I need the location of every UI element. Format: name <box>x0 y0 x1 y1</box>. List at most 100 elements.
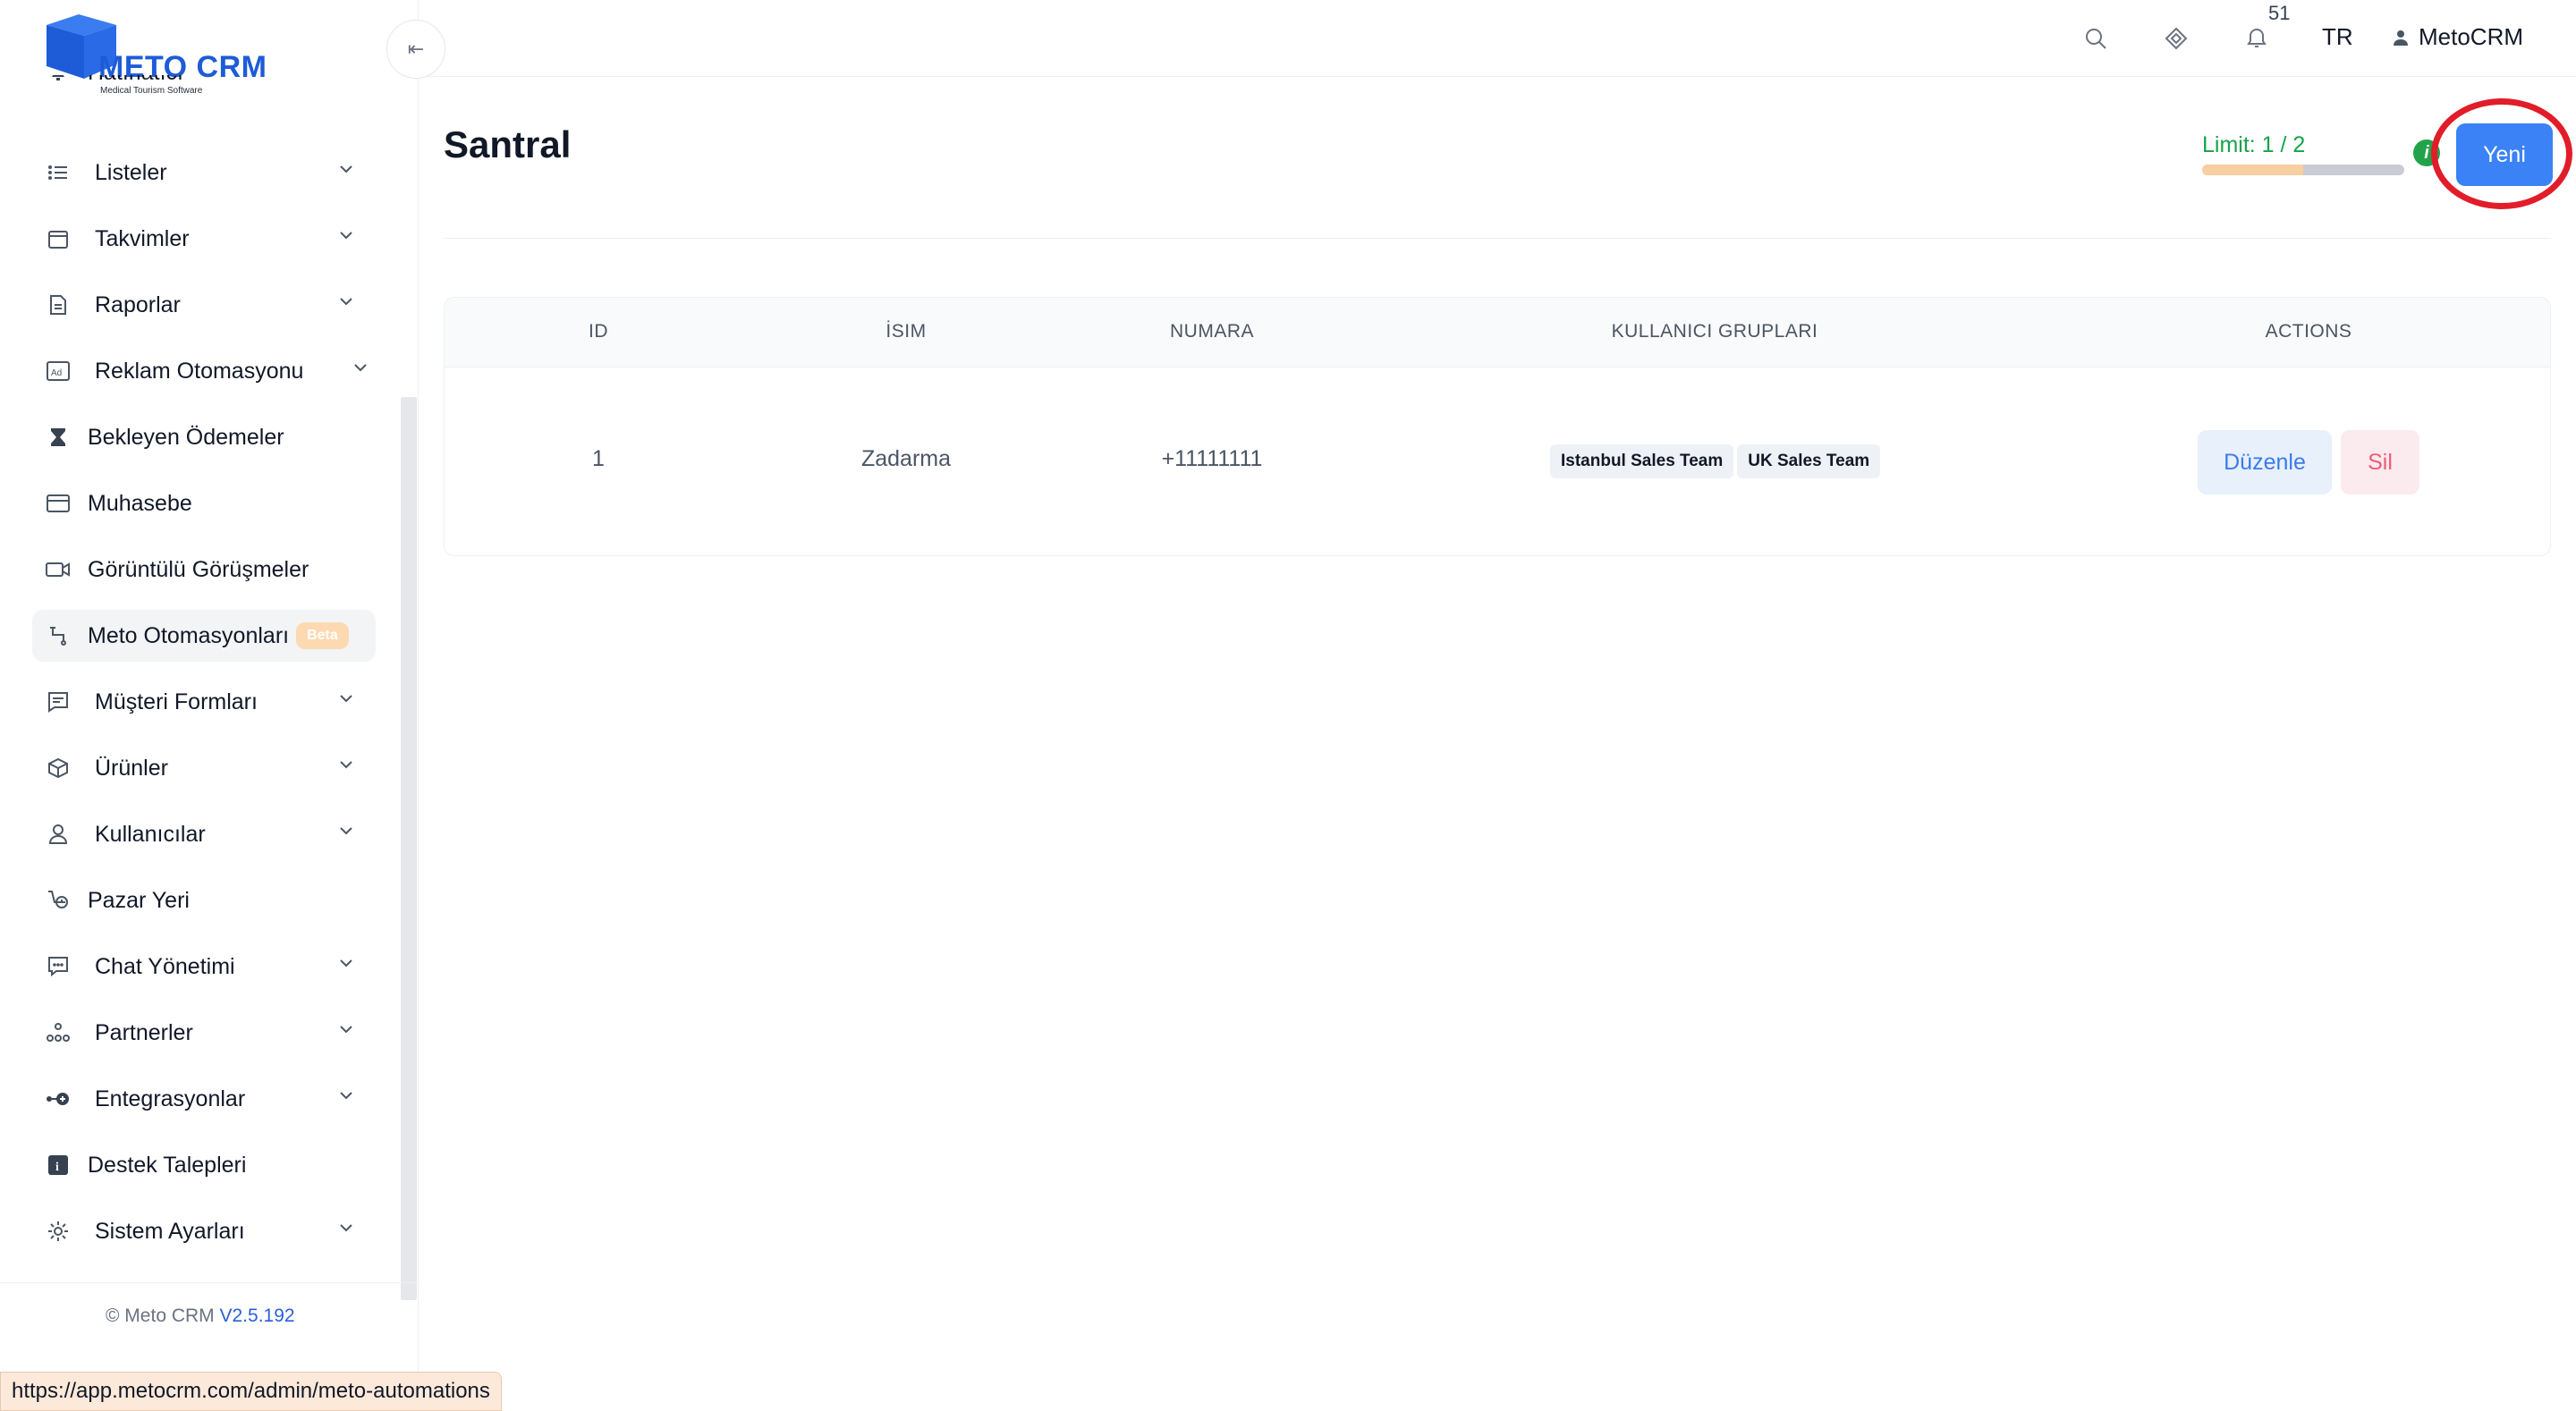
header-divider <box>444 238 2551 239</box>
username: MetoCRM <box>2419 23 2524 50</box>
sidebar-item-label: Destek Talepleri <box>88 1152 247 1178</box>
sidebar-item-label: Bekleyen Ödemeler <box>88 424 284 450</box>
chevron-down-icon <box>338 824 354 841</box>
document-icon <box>43 290 73 320</box>
sidebar-item-meto-otomasyonlari[interactable]: Meto Otomasyonları Beta <box>32 610 376 662</box>
chevron-down-icon <box>338 295 354 311</box>
flow-icon <box>43 621 73 651</box>
limit-progress-bar <box>2202 165 2404 175</box>
bell-icon <box>43 75 73 88</box>
sidebar-item-label: Listeler <box>95 159 167 185</box>
sidebar-item-label: Entegrasyonlar <box>95 1086 246 1111</box>
chevron-down-icon <box>338 1089 354 1105</box>
status-bar-url: https://app.metocrm.com/admin/meto-autom… <box>0 1372 502 1411</box>
page-title: Santral <box>444 123 572 165</box>
sidebar-item-takvimler[interactable]: Takvimler <box>32 213 376 265</box>
ad-icon: Ad <box>43 356 73 386</box>
chevron-down-icon <box>338 957 354 973</box>
sidebar-item-label: Ürünler <box>95 755 168 781</box>
info-icon[interactable]: i <box>2413 139 2440 166</box>
sidebar-item-kullanicilar[interactable]: Kullanıcılar <box>32 808 376 860</box>
integration-icon <box>43 1084 73 1114</box>
credit-card-icon <box>43 488 73 519</box>
marketplace-icon <box>43 885 73 916</box>
sidebar-item-label: Muhasebe <box>88 490 192 516</box>
collapse-sidebar-button[interactable]: ⇤ <box>386 20 445 79</box>
sidebar-footer-divider <box>0 1282 419 1283</box>
notification-count: 51 <box>2268 2 2291 24</box>
top-bar: 51 TR MetoCRM <box>419 0 2576 77</box>
edit-button[interactable]: Düzenle <box>2198 430 2332 494</box>
sidebar-item-entegrasyonlar[interactable]: Entegrasyonlar <box>32 1073 376 1125</box>
cell-number: +11111111 <box>1161 446 1263 471</box>
sidebar-item-destek-talepleri[interactable]: i Destek Talepleri <box>32 1139 376 1191</box>
column-header-number[interactable]: NUMARA <box>1170 321 1254 342</box>
sidebar-item-label: Meto Otomasyonları <box>88 622 290 648</box>
delete-button[interactable]: Sil <box>2341 430 2419 494</box>
new-button[interactable]: Yeni <box>2456 123 2553 186</box>
column-header-actions: ACTIONS <box>2265 321 2352 342</box>
sidebar-item-label: Partnerler <box>95 1019 193 1045</box>
sidebar-item-hatirlatici[interactable]: Hatırlatıcı <box>32 75 376 98</box>
sidebar-footer: © Meto CRM V2.5.192 <box>106 1305 295 1327</box>
video-icon <box>43 554 73 585</box>
collapse-left-icon: ⇤ <box>407 38 425 60</box>
svg-text:Ad: Ad <box>51 368 62 378</box>
user-menu[interactable]: MetoCRM <box>2392 23 2523 51</box>
sidebar-item-label: Pazar Yeri <box>88 887 190 913</box>
sidebar-item-listeler[interactable]: Listeler <box>32 147 376 199</box>
version-text: V2.5.192 <box>219 1305 295 1326</box>
sidebar-item-goruntulu-gorusmeler[interactable]: Görüntülü Görüşmeler <box>32 544 376 596</box>
santral-table: ID İSIM NUMARA KULLANICI GRUPLARI ACTION… <box>444 297 2551 556</box>
search-icon[interactable] <box>2080 23 2111 54</box>
calendar-icon <box>43 224 73 254</box>
user-group-tag: UK Sales Team <box>1737 444 1881 478</box>
sidebar-item-bekleyen-odemeler[interactable]: Bekleyen Ödemeler <box>32 411 376 463</box>
sidebar-item-label: Reklam Otomasyonu <box>95 358 304 384</box>
column-header-id[interactable]: ID <box>589 321 608 342</box>
sidebar-item-musteri-formlari[interactable]: Müşteri Formları <box>32 676 376 728</box>
sidebar-item-sistem-ayarlari[interactable]: Sistem Ayarları <box>32 1205 376 1257</box>
cell-id: 1 <box>592 446 605 471</box>
chevron-down-icon <box>338 692 354 708</box>
chevron-down-icon <box>338 1221 354 1238</box>
sidebar-item-label: Raporlar <box>95 291 181 317</box>
notification-bell-icon[interactable] <box>2241 23 2272 54</box>
settings-icon <box>43 1216 73 1246</box>
cell-user-groups: Istanbul Sales Team UK Sales Team <box>1550 444 1881 478</box>
sidebar-item-pazar-yeri[interactable]: Pazar Yeri <box>32 874 376 926</box>
chevron-down-icon <box>338 1023 354 1039</box>
info-icon: i <box>43 1150 73 1180</box>
sidebar-item-partnerler[interactable]: Partnerler <box>32 1007 376 1059</box>
sidebar-item-label: Kullanıcılar <box>95 821 206 847</box>
sidebar-item-raporlar[interactable]: Raporlar <box>32 279 376 331</box>
column-header-name[interactable]: İSIM <box>886 321 926 342</box>
sidebar-scrollbar[interactable] <box>401 397 417 1300</box>
sidebar-item-label: Müşteri Formları <box>95 689 258 714</box>
sidebar-item-urunler[interactable]: Ürünler <box>32 742 376 794</box>
sidebar-item-reklam-otomasyonu[interactable]: Ad Reklam Otomasyonu <box>32 345 376 397</box>
chevron-down-icon <box>338 163 354 179</box>
sidebar-item-label: Takvimler <box>95 225 190 251</box>
sidebar-item-chat-yonetimi[interactable]: Chat Yönetimi <box>32 941 376 993</box>
user-icon <box>43 819 73 849</box>
chat-icon <box>43 951 73 982</box>
sidebar-item-muhasebe[interactable]: Muhasebe <box>32 477 376 529</box>
user-icon <box>2394 30 2408 46</box>
copyright-text: © Meto CRM <box>106 1305 215 1326</box>
beta-badge: Beta <box>296 622 349 649</box>
column-header-user-groups[interactable]: KULLANICI GRUPLARI <box>1612 321 1818 342</box>
sidebar-nav-items: Hatırlatıcı Listeler Takvimler Raporlar … <box>0 75 394 1282</box>
sidebar-item-label: Sistem Ayarları <box>95 1218 245 1244</box>
sidebar-item-label: Hatırlatıcı <box>88 75 183 86</box>
sidebar-item-label: Görüntülü Görüşmeler <box>88 556 309 582</box>
svg-text:i: i <box>55 1161 59 1174</box>
apps-icon[interactable] <box>2161 23 2191 54</box>
box-icon <box>43 753 73 783</box>
chevron-down-icon <box>338 758 354 774</box>
user-group-tag: Istanbul Sales Team <box>1550 444 1734 478</box>
sidebar-item-label: Chat Yönetimi <box>95 953 235 979</box>
limit-progress-fill <box>2202 165 2303 175</box>
chevron-down-icon <box>352 361 369 377</box>
language-selector[interactable]: TR <box>2322 23 2353 51</box>
